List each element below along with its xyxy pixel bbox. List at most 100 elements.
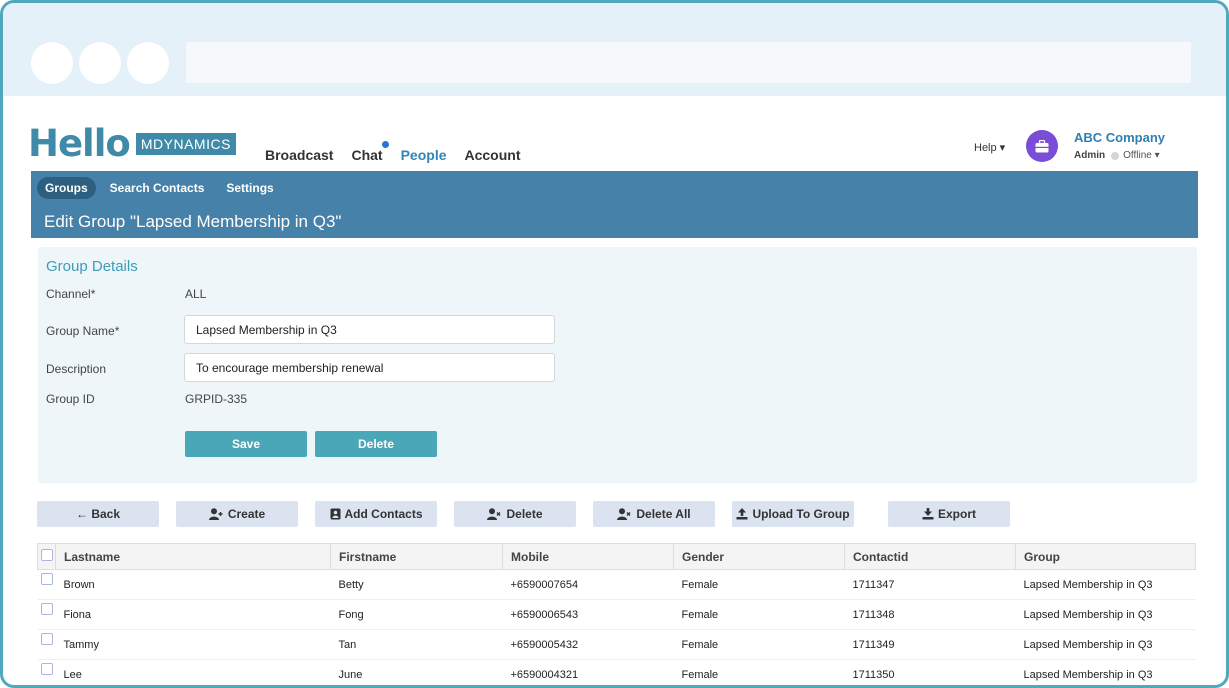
user-plus-icon xyxy=(208,508,223,520)
export-label: Export xyxy=(937,507,976,521)
window-control-close[interactable] xyxy=(31,42,73,84)
delete-all-button[interactable]: Delete All xyxy=(593,501,715,527)
cell-group: Lapsed Membership in Q3 xyxy=(1015,629,1196,660)
delete-label: Delete xyxy=(506,507,543,521)
col-lastname[interactable]: Lastname xyxy=(55,543,331,570)
col-mobile[interactable]: Mobile xyxy=(502,543,674,570)
table-row[interactable]: Tammy Tan +6590005432 Female 1711349 Lap… xyxy=(37,629,1196,660)
browser-chrome xyxy=(3,3,1226,96)
table-row[interactable]: Brown Betty +6590007654 Female 1711347 L… xyxy=(37,569,1196,600)
cell-mobile: +6590006543 xyxy=(502,599,674,630)
download-icon xyxy=(922,508,934,520)
table-header-row: Lastname Firstname Mobile Gender Contact… xyxy=(37,543,1196,570)
cell-group: Lapsed Membership in Q3 xyxy=(1015,569,1196,600)
company-avatar[interactable] xyxy=(1026,130,1058,162)
col-group[interactable]: Group xyxy=(1015,543,1196,570)
address-bar[interactable] xyxy=(186,42,1191,83)
cell-lastname: Lee xyxy=(55,659,331,685)
cell-gender: Female xyxy=(673,629,845,660)
row-checkbox[interactable] xyxy=(40,633,53,645)
table-row[interactable]: Fiona Fong +6590006543 Female 1711348 La… xyxy=(37,599,1196,630)
cell-firstname: Fong xyxy=(330,599,503,630)
nav-chat-label: Chat xyxy=(351,147,383,163)
logo-brand: MDYNAMICS xyxy=(135,133,236,155)
add-contacts-label: Add Contacts xyxy=(344,507,423,521)
description-input[interactable] xyxy=(184,353,555,382)
help-menu[interactable]: Help ▾ xyxy=(974,141,1005,154)
subnav-search-contacts[interactable]: Search Contacts xyxy=(102,177,213,199)
row-select-cell xyxy=(37,569,56,600)
row-select-cell xyxy=(37,659,56,685)
group-name-input[interactable] xyxy=(184,315,555,344)
cell-contactid: 1711347 xyxy=(844,569,1016,600)
upload-to-group-button[interactable]: Upload To Group xyxy=(732,501,854,527)
channel-value: ALL xyxy=(185,287,207,301)
cell-group: Lapsed Membership in Q3 xyxy=(1015,599,1196,630)
window-control-minimize[interactable] xyxy=(79,42,121,84)
sub-nav: Groups Search Contacts Settings xyxy=(37,177,282,199)
col-gender[interactable]: Gender xyxy=(673,543,845,570)
row-select-cell xyxy=(37,629,56,660)
export-button[interactable]: Export xyxy=(888,501,1010,527)
cell-mobile: +6590005432 xyxy=(502,629,674,660)
row-select-cell xyxy=(37,599,56,630)
group-id-value: GRPID-335 xyxy=(185,392,248,406)
cell-firstname: Tan xyxy=(330,629,503,660)
cell-firstname: June xyxy=(330,659,503,685)
nav-people[interactable]: People xyxy=(401,147,447,163)
subnav-groups[interactable]: Groups xyxy=(37,177,96,199)
nav-chat[interactable]: Chat xyxy=(351,141,389,163)
cell-contactid: 1711349 xyxy=(844,629,1016,660)
presence-label: Offline ▾ xyxy=(1123,150,1160,161)
col-firstname[interactable]: Firstname xyxy=(330,543,503,570)
delete-group-button[interactable]: Delete xyxy=(315,431,437,457)
subnav-settings[interactable]: Settings xyxy=(218,177,281,199)
briefcase-icon xyxy=(1035,139,1049,152)
row-checkbox[interactable] xyxy=(40,663,53,675)
company-name[interactable]: ABC Company xyxy=(1074,130,1165,145)
nav-account[interactable]: Account xyxy=(465,147,521,163)
cell-contactid: 1711350 xyxy=(844,659,1016,685)
cell-gender: Female xyxy=(673,569,845,600)
cell-lastname: Tammy xyxy=(55,629,331,660)
add-contacts-button[interactable]: Add Contacts xyxy=(315,501,437,527)
back-label: ← Back xyxy=(75,507,121,521)
role-label: Admin xyxy=(1074,150,1106,161)
user-remove-icon xyxy=(487,508,501,520)
create-contact-button[interactable]: Create xyxy=(176,501,298,527)
address-book-icon xyxy=(330,508,340,520)
cell-gender: Female xyxy=(673,659,845,685)
main-nav: Broadcast Chat People Account xyxy=(265,141,521,163)
group-name-label: Group Name* xyxy=(46,324,120,338)
cell-contactid: 1711348 xyxy=(844,599,1016,630)
row-checkbox[interactable] xyxy=(40,603,53,615)
upload-icon xyxy=(736,508,748,520)
window-control-maximize[interactable] xyxy=(127,42,169,84)
browser-frame: Hello MDYNAMICS Broadcast Chat People Ac… xyxy=(0,0,1229,688)
page-title: Edit Group "Lapsed Membership in Q3" xyxy=(44,212,342,231)
create-label: Create xyxy=(227,507,266,521)
cell-mobile: +6590007654 xyxy=(502,569,674,600)
cell-lastname: Brown xyxy=(55,569,331,600)
col-contactid[interactable]: Contactid xyxy=(844,543,1016,570)
delete-all-label: Delete All xyxy=(636,507,691,521)
presence-indicator-icon xyxy=(1111,151,1120,160)
group-id-label: Group ID xyxy=(46,392,95,406)
chat-notification-dot xyxy=(381,141,389,148)
row-checkbox[interactable] xyxy=(40,573,53,585)
logo-word: Hello xyxy=(28,121,131,165)
panel-title: Group Details xyxy=(46,258,138,275)
user-remove-all-icon xyxy=(617,508,631,520)
contacts-table: Lastname Firstname Mobile Gender Contact… xyxy=(37,543,1196,685)
cell-gender: Female xyxy=(673,599,845,630)
back-button[interactable]: ← Back xyxy=(37,501,159,527)
app-logo[interactable]: Hello MDYNAMICS xyxy=(28,123,236,163)
nav-broadcast[interactable]: Broadcast xyxy=(265,147,333,163)
upload-label: Upload To Group xyxy=(752,507,850,521)
table-row[interactable]: Lee June +6590004321 Female 1711350 Laps… xyxy=(37,659,1196,685)
delete-contact-button[interactable]: Delete xyxy=(454,501,576,527)
save-button[interactable]: Save xyxy=(185,431,307,457)
group-details-panel: Group Details Channel* ALL Group Name* D… xyxy=(38,247,1197,483)
user-status[interactable]: Admin Offline ▾ xyxy=(1074,150,1160,161)
select-all-checkbox[interactable] xyxy=(41,549,53,561)
